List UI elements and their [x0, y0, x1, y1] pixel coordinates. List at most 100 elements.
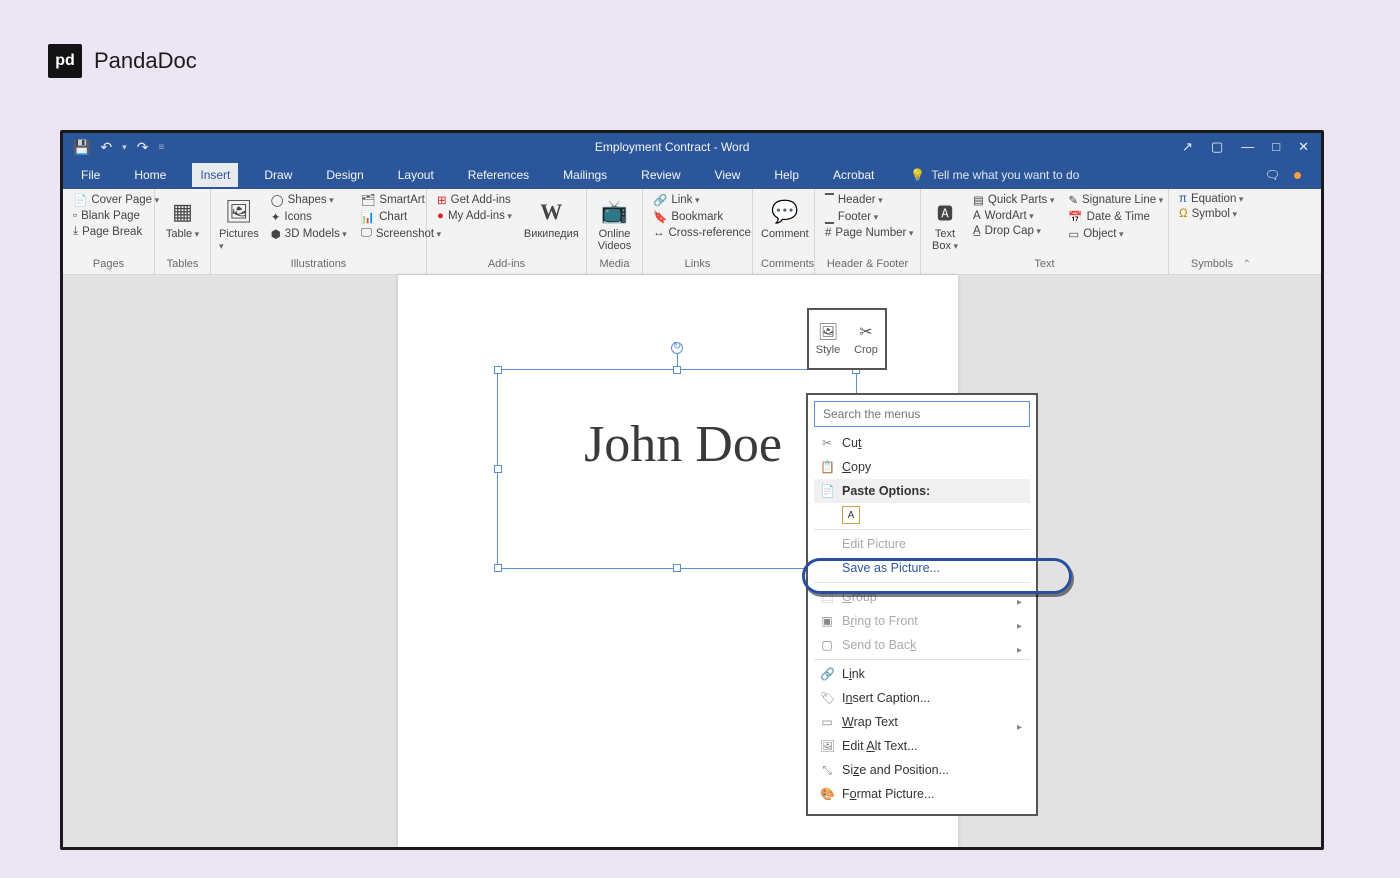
icons-button[interactable]: ✦Icons [269, 210, 349, 224]
style-button[interactable]: 🖼 Style [809, 310, 847, 368]
maximize-icon[interactable]: □ [1272, 139, 1280, 155]
page-number-icon: # [825, 227, 831, 239]
tab-draw[interactable]: Draw [256, 163, 300, 187]
tab-view[interactable]: View [707, 163, 749, 187]
ctx-paste-keep-text[interactable]: A [814, 503, 1030, 527]
minimize-icon[interactable]: — [1241, 139, 1254, 155]
pictures-button[interactable]: 🖼 Pictures [219, 193, 259, 252]
page-break-button[interactable]: ⤓Page Break [71, 225, 161, 238]
page-number-button[interactable]: #Page Number [823, 227, 915, 239]
tab-review[interactable]: Review [633, 163, 688, 187]
save-icon[interactable]: 💾 [73, 139, 90, 156]
ribbon: 📄Cover Page ▫Blank Page ⤓Page Break Page… [63, 189, 1321, 275]
ctx-link[interactable]: 🔗Link [814, 662, 1030, 686]
share-icon[interactable]: ↗ [1182, 139, 1193, 155]
wikipedia-button[interactable]: W Википедия [524, 193, 579, 240]
header-button[interactable]: ▔Header [823, 193, 915, 207]
tab-home[interactable]: Home [126, 163, 174, 187]
handle-bot-mid[interactable] [673, 564, 681, 572]
send-back-icon: ▢ [820, 638, 834, 652]
object-button[interactable]: ▭Object [1066, 227, 1165, 241]
get-addins-button[interactable]: ⊞Get Add-ins [435, 193, 514, 207]
signature-icon: ✎ [1068, 193, 1078, 207]
document-canvas[interactable]: John Doe 🖼 Style ✂ Crop [63, 275, 1321, 847]
context-search-input[interactable] [814, 401, 1030, 427]
header-icon: ▔ [825, 193, 834, 207]
ctx-size-position[interactable]: ⤡Size and Position... [814, 758, 1030, 782]
bulb-icon: 💡 [910, 168, 925, 182]
bring-front-icon: ▣ [820, 614, 834, 628]
tab-design[interactable]: Design [318, 163, 371, 187]
wordart-button[interactable]: AWordArt [971, 210, 1056, 222]
word-window: 💾 ↶ ▾ ↷ ≡ Employment Contract - Word ↗ ▢… [60, 130, 1324, 850]
rotate-handle-icon[interactable] [671, 342, 683, 354]
3d-models-button[interactable]: ⬢3D Models [269, 227, 349, 241]
wordart-icon: A [973, 210, 981, 222]
selection-box[interactable] [497, 369, 857, 569]
table-button[interactable]: ▦ Table [163, 193, 202, 240]
comments-icon[interactable]: 🗨 [1265, 168, 1280, 182]
undo-dropdown-icon[interactable]: ▾ [122, 142, 127, 153]
group-symbols: πEquation ΩSymbol Symbols ⌃ [1169, 189, 1255, 274]
cover-page-button[interactable]: 📄Cover Page [71, 193, 161, 207]
ctx-insert-caption[interactable]: 🏷Insert Caption... [814, 686, 1030, 710]
group-links: 🔗Link 🔖Bookmark ↔Cross-reference Links [643, 189, 753, 274]
footer-button[interactable]: ▁Footer [823, 210, 915, 224]
group-media-label: Media [595, 258, 634, 272]
drop-cap-button[interactable]: A̲Drop Cap [971, 225, 1056, 237]
equation-button[interactable]: πEquation [1177, 193, 1245, 205]
qat-customize-icon[interactable]: ≡ [158, 142, 164, 153]
comment-button[interactable]: 💬 Comment [761, 193, 809, 240]
context-menu: ✂Cut 📋Copy 📄Paste Options: A Edit Pictur… [806, 393, 1038, 816]
close-icon[interactable]: ✕ [1298, 139, 1309, 155]
notification-dot-icon[interactable] [1294, 172, 1301, 179]
crop-button[interactable]: ✂ Crop [847, 310, 885, 368]
ctx-edit-alt-text[interactable]: 🖼Edit Alt Text... [814, 734, 1030, 758]
group-symbols-label: Symbols [1177, 258, 1247, 272]
omega-icon: Ω [1179, 208, 1188, 220]
ctx-wrap-text[interactable]: ▭Wrap Text [814, 710, 1030, 734]
symbol-button[interactable]: ΩSymbol [1177, 208, 1245, 220]
mini-toolbar: 🖼 Style ✂ Crop [807, 308, 887, 370]
my-addins-button[interactable]: ●My Add-ins [435, 210, 514, 222]
group-pages: 📄Cover Page ▫Blank Page ⤓Page Break Page… [63, 189, 155, 274]
handle-mid-left[interactable] [494, 465, 502, 473]
tab-insert[interactable]: Insert [192, 163, 238, 187]
quick-parts-icon: ▤ [973, 193, 984, 207]
handle-top-mid[interactable] [673, 366, 681, 374]
format-icon: 🎨 [820, 787, 834, 801]
bookmark-button[interactable]: 🔖Bookmark [651, 210, 753, 224]
blank-page-button[interactable]: ▫Blank Page [71, 210, 161, 222]
redo-icon[interactable]: ↷ [137, 139, 149, 156]
group-addins: ⊞Get Add-ins ●My Add-ins W Википедия Add… [427, 189, 587, 274]
tab-help[interactable]: Help [766, 163, 807, 187]
ctx-save-as-picture[interactable]: Save as Picture... [814, 556, 1030, 580]
signature-line-button[interactable]: ✎Signature Line [1066, 193, 1165, 207]
ctx-cut[interactable]: ✂Cut [814, 431, 1030, 455]
tab-layout[interactable]: Layout [390, 163, 442, 187]
group-comments: 💬 Comment Comments [753, 189, 815, 274]
quick-access-toolbar: 💾 ↶ ▾ ↷ ≡ [63, 139, 174, 156]
tell-me[interactable]: 💡 Tell me what you want to do [910, 168, 1079, 182]
ctx-format-picture[interactable]: 🎨Format Picture... [814, 782, 1030, 806]
online-videos-button[interactable]: 📺 Online Videos [595, 193, 634, 252]
shapes-button[interactable]: ◯Shapes [269, 193, 349, 207]
handle-top-left[interactable] [494, 366, 502, 374]
ctx-copy[interactable]: 📋Copy [814, 455, 1030, 479]
ribbon-display-icon[interactable]: ▢ [1211, 139, 1223, 155]
handle-bot-left[interactable] [494, 564, 502, 572]
ctx-edit-picture: Edit Picture [814, 532, 1030, 556]
tab-acrobat[interactable]: Acrobat [825, 163, 882, 187]
collapse-ribbon-icon[interactable]: ⌃ [1243, 259, 1251, 270]
quick-parts-button[interactable]: ▤Quick Parts [971, 193, 1056, 207]
group-comments-label: Comments [761, 258, 806, 272]
tab-file[interactable]: File [73, 163, 108, 187]
tab-references[interactable]: References [460, 163, 537, 187]
date-time-button[interactable]: 📅Date & Time [1066, 210, 1165, 224]
cross-reference-button[interactable]: ↔Cross-reference [651, 227, 753, 239]
link-button[interactable]: 🔗Link [651, 193, 753, 207]
tab-mailings[interactable]: Mailings [555, 163, 615, 187]
text-box-button[interactable]: 🅰 Text Box [929, 193, 961, 252]
undo-icon[interactable]: ↶ [100, 139, 112, 156]
cross-ref-icon: ↔ [653, 227, 665, 239]
